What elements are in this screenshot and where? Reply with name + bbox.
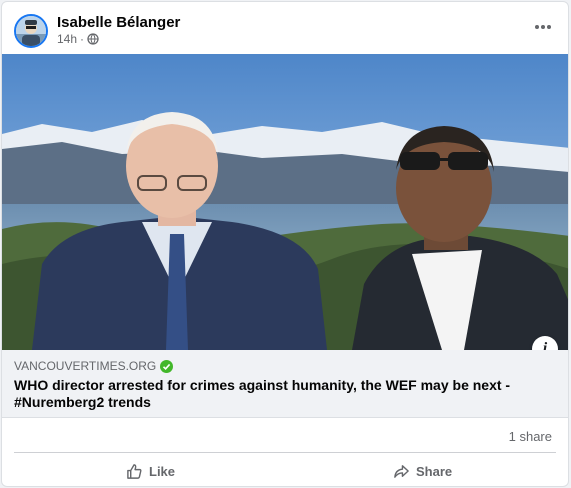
- link-domain-row: VANCOUVERTIMES.ORG: [14, 359, 174, 373]
- post-time[interactable]: 14h: [57, 32, 77, 46]
- share-label: Share: [416, 463, 453, 479]
- author-avatar[interactable]: [14, 14, 48, 48]
- globe-icon[interactable]: [87, 33, 99, 45]
- post-header: Isabelle Bélanger 14h ·: [2, 2, 568, 54]
- post-photo[interactable]: [2, 54, 569, 350]
- meta-separator: ·: [80, 32, 85, 46]
- link-domain: VANCOUVERTIMES.ORG: [14, 359, 157, 373]
- thumbs-up-icon: [127, 463, 142, 479]
- share-button[interactable]: Share: [393, 458, 452, 484]
- share-arrow-icon: [394, 464, 409, 478]
- feed-post: Isabelle Bélanger 14h · i VANCOUVERTIMES…: [1, 1, 569, 487]
- link-preview[interactable]: VANCOUVERTIMES.ORG WHO director arrested…: [2, 350, 568, 418]
- verified-check-icon: [160, 359, 174, 373]
- post-meta: 14h ·: [57, 32, 99, 46]
- like-label: Like: [149, 463, 176, 479]
- author-name[interactable]: Isabelle Bélanger: [57, 14, 180, 31]
- like-button[interactable]: Like: [126, 458, 175, 484]
- share-count[interactable]: 1 share: [509, 429, 552, 444]
- more-horizontal-icon: [535, 25, 539, 29]
- avatar-image: [16, 16, 46, 46]
- link-headline[interactable]: WHO director arrested for crimes against…: [14, 377, 534, 411]
- actions-divider: [14, 452, 556, 453]
- more-options-button[interactable]: [532, 16, 554, 38]
